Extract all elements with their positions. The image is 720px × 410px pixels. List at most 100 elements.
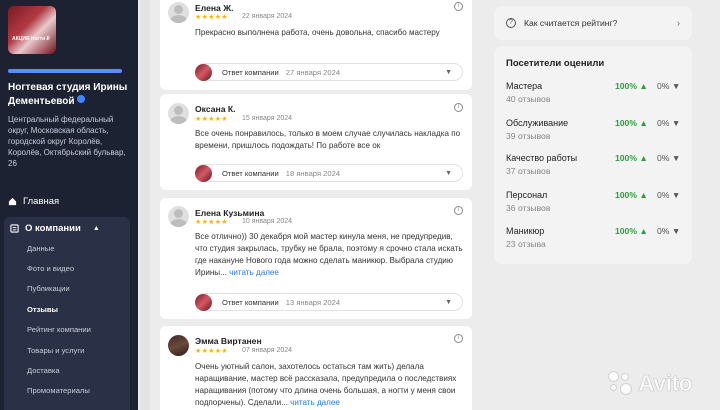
nav-home[interactable]: Главная [8,196,59,207]
company-reply-toggle[interactable]: Ответ компании 18 января 2024 ▼ [195,164,463,182]
company-logo-small [195,164,212,182]
scrollbar[interactable] [140,0,150,410]
positive-share: 100% ▲ [615,118,648,128]
reply-date: 13 января 2024 [285,297,341,307]
review-date: 22 января 2024 [242,13,293,20]
sidebar-item-photo-video[interactable]: Фото и видео [27,264,74,273]
read-more-link[interactable]: читать далее [290,398,340,407]
company-logo-small [195,293,212,311]
negative-value: 0% [657,190,670,200]
positive-share: 100% ▲ [615,81,648,91]
positive-share: 100% ▲ [615,190,648,200]
reply-date: 27 января 2024 [285,67,341,77]
thumbs-down-icon: ▼ [671,118,681,128]
negative-value: 0% [657,118,670,128]
review-card: Елена Кузьмина ★★★★★ 10 января 2024 i Вс… [160,198,472,319]
avatar [168,2,189,23]
profile-progress-fill [8,69,122,73]
review-text: Прекрасно выполнена работа, очень доволь… [195,28,440,37]
studio-name-text: Ногтевая студия Ирины Дементьевой [8,82,128,107]
sidebar-item-reviews[interactable]: Отзывы [27,305,58,314]
read-more-link[interactable]: читать далее [229,268,279,277]
reviewer-name: Елена Кузьмина [195,208,265,218]
chevron-up-icon: ▲ [92,225,100,232]
negative-share: 0% ▼ [657,118,680,128]
reply-label: Ответ компании [222,168,279,178]
negative-value: 0% [657,153,670,163]
review-date: 15 января 2024 [242,115,293,122]
thumbs-up-icon: ▲ [639,118,648,128]
sidebar-item-delivery[interactable]: Доставка [27,366,60,375]
avatar [168,335,189,356]
thumbs-up-icon: ▲ [639,190,648,200]
review-date: 07 января 2024 [242,347,293,354]
home-icon [8,197,17,206]
panel-title: Посетители оценили [506,58,605,69]
positive-value: 100% [615,190,637,200]
chevron-down-icon: ▼ [445,68,452,76]
logo-text: АКЦИЯ Ногти ₽ [12,36,50,42]
negative-share: 0% ▼ [657,153,680,163]
criterion-name: Маникюр [506,226,545,236]
criterion-name: Персонал [506,190,548,200]
criterion-name: Качество работы [506,153,578,163]
reviewer-name: Елена Ж. [195,3,234,13]
criterion-count: 39 отзывов [506,131,551,141]
review-date: 10 января 2024 [242,218,293,225]
positive-value: 100% [615,226,637,236]
reviewer-name: Оксана К. [195,104,236,114]
thumbs-down-icon: ▼ [671,153,681,163]
thumbs-down-icon: ▼ [671,81,681,91]
verified-badge-icon [76,95,85,103]
positive-value: 100% [615,153,637,163]
nav-home-label: Главная [23,196,60,207]
reply-label: Ответ компании [222,297,279,307]
rating-explainer-label: Как считается рейтинг? [524,18,618,28]
sidebar-item-promo[interactable]: Промоматериалы [27,386,90,395]
rating-explainer-link[interactable]: ? Как считается рейтинг? › [494,6,692,40]
thumbs-up-icon: ▲ [639,81,648,91]
negative-share: 0% ▼ [657,190,680,200]
chevron-down-icon: ▼ [445,298,452,306]
criterion-name: Обслуживание [506,118,569,128]
chevron-right-icon: › [677,18,680,28]
rating-stars: ★★★★★ [195,14,228,21]
negative-value: 0% [657,81,670,91]
criterion-count: 36 отзывов [506,203,551,213]
review-card: Елена Ж. ★★★★★ 22 января 2024 i Прекрасн… [160,0,472,90]
info-icon[interactable]: i [454,334,463,343]
criterion-count: 23 отзыва [506,239,546,249]
thumbs-up-icon: ▲ [639,153,648,163]
negative-value: 0% [657,226,670,236]
positive-value: 100% [615,81,637,91]
sidebar-item-goods-services[interactable]: Товары и услуги [27,346,84,355]
studio-name: Ногтевая студия Ирины Дементьевой [8,81,133,109]
review-text: Все отлично)) 30 декабря мой мастер кину… [195,231,463,279]
company-reply-toggle[interactable]: Ответ компании 27 января 2024 ▼ [195,63,463,81]
avatar [168,206,189,227]
review-text: Все очень понравилось, только в моем слу… [195,129,461,150]
review-card: Эмма Виртанен ★★★★★ 07 января 2024 i Оче… [160,326,472,410]
criterion-count: 40 отзывов [506,94,551,104]
sidebar-item-rating[interactable]: Рейтинг компании [27,325,91,334]
avito-watermark: Avito [608,370,693,397]
sidebar-item-publications[interactable]: Публикации [27,284,70,293]
rating-stars: ★★★★★ [195,348,228,355]
reply-label: Ответ компании [222,67,279,77]
rating-stars: ★★★★★ [195,116,228,123]
info-icon[interactable]: i [454,2,463,11]
info-icon[interactable]: i [454,206,463,215]
positive-share: 100% ▲ [615,226,648,236]
sidebar-item-data[interactable]: Данные [27,244,54,253]
company-reply-toggle[interactable]: Ответ компании 13 января 2024 ▼ [195,293,463,311]
reviewer-name: Эмма Виртанен [195,336,262,346]
info-icon[interactable]: i [454,103,463,112]
negative-share: 0% ▼ [657,226,680,236]
nav-about-group: О компании ▲ Данные Фото и видео Публика… [4,217,130,410]
company-logo[interactable]: АКЦИЯ Ногти ₽ [8,6,56,54]
company-logo-small [195,63,212,81]
nav-about[interactable]: О компании ▲ [10,223,100,234]
negative-share: 0% ▼ [657,81,680,91]
review-text: Очень уютный салон, захотелось остаться … [195,361,463,409]
avito-wordmark: Avito [638,370,693,397]
